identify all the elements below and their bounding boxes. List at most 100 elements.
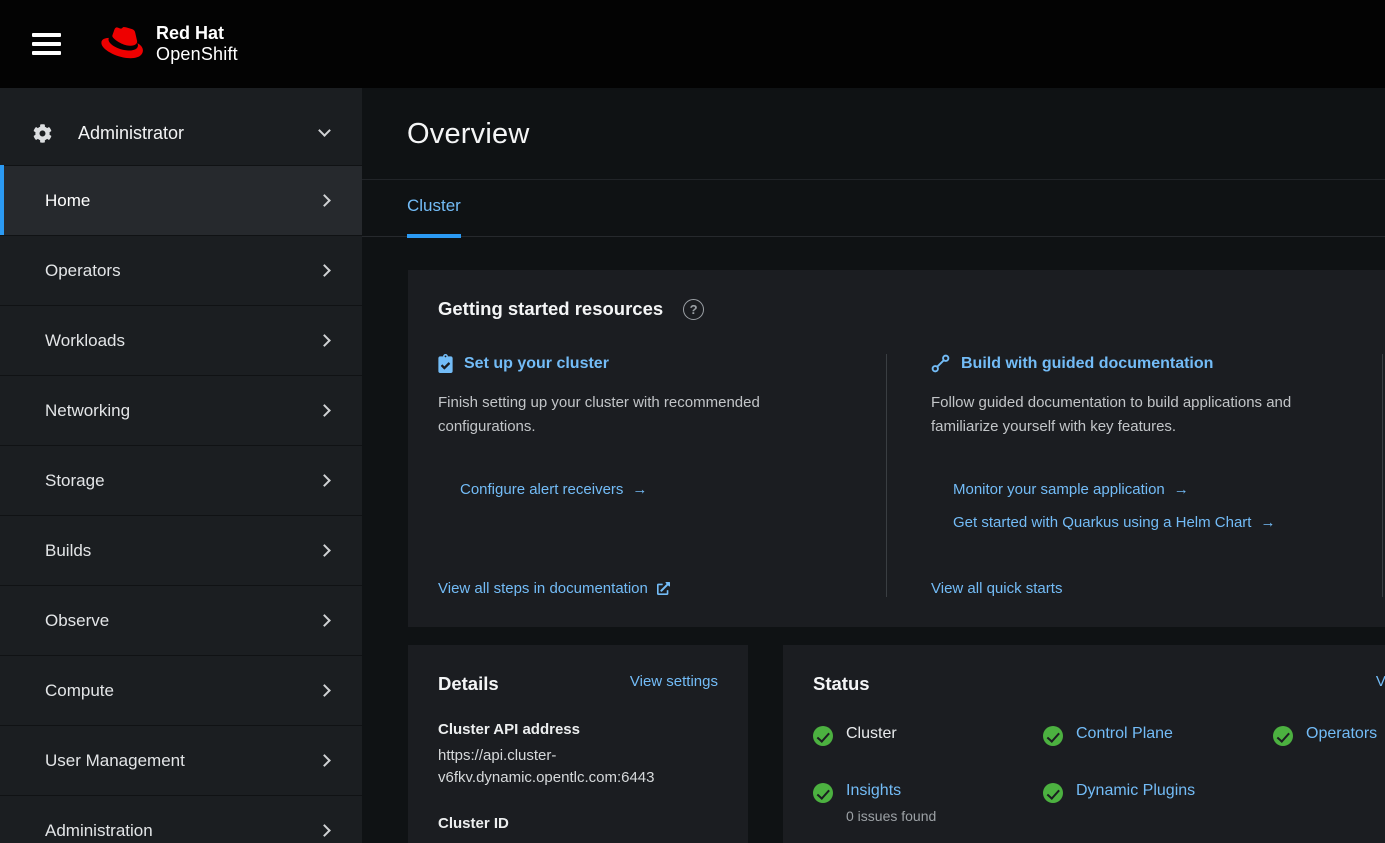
guided-doc-column: Build with guided documentation Follow g… [887,354,1383,597]
route-icon [931,354,950,373]
check-circle-icon [1043,783,1063,803]
sidebar-item-builds[interactable]: Builds [0,515,362,585]
view-alerts-link[interactable]: View alerts [1376,673,1385,690]
perspective-switcher[interactable]: Administrator [0,101,362,165]
sidebar-item-operators[interactable]: Operators [0,235,362,305]
sidebar-item-label: Storage [45,471,320,491]
configure-alert-receivers-link[interactable]: Configure alert receivers → [460,481,846,498]
sidebar-item-compute[interactable]: Compute [0,655,362,725]
sidebar-item-storage[interactable]: Storage [0,445,362,515]
quarkus-helm-chart-link[interactable]: Get started with Quarkus using a Helm Ch… [953,514,1342,531]
sidebar-item-networking[interactable]: Networking [0,375,362,445]
sidebar-item-administration[interactable]: Administration [0,795,362,843]
details-card-header: Details View settings [438,673,718,695]
cluster-id-label: Cluster ID [438,815,718,832]
sidebar-item-label: Compute [45,681,320,701]
status-item-operators: Operators [1273,725,1385,746]
nav-toggle-button[interactable] [24,25,69,63]
chevron-down-icon [318,124,331,137]
getting-started-columns: Set up your cluster Finish setting up yo… [438,354,1385,597]
details-card-title: Details [438,673,499,695]
arrow-right-icon: → [632,482,647,497]
perspective-label: Administrator [78,123,320,144]
check-circle-icon [1043,726,1063,746]
getting-started-title: Getting started resources [438,298,663,320]
sidebar-item-workloads[interactable]: Workloads [0,305,362,375]
arrow-right-icon: → [1260,515,1275,530]
sidebar-item-label: User Management [45,751,320,771]
setup-cluster-link[interactable]: Set up your cluster [464,355,609,373]
status-grid: Cluster Control Plane Operators Insights [813,725,1385,824]
overview-dashboard: Getting started resources ? Set up your … [362,237,1385,843]
guided-doc-footer: View all quick starts [931,580,1342,597]
status-item-dynamic-plugins: Dynamic Plugins [1043,782,1273,824]
sidebar-item-label: Operators [45,261,320,281]
chevron-right-icon [318,194,331,207]
page-header: Overview [362,88,1385,180]
chevron-right-icon [318,614,331,627]
chevron-right-icon [318,334,331,347]
clipboard-check-icon [438,354,453,373]
sidebar-item-label: Observe [45,611,320,631]
setup-cluster-links: Configure alert receivers → [460,481,846,498]
sidebar-item-observe[interactable]: Observe [0,585,362,655]
sidebar-item-label: Home [45,191,320,211]
tab-bar: Cluster [362,180,1385,237]
sidebar-nav: Administrator Home Operators Workloads N… [0,88,362,843]
sidebar-item-label: Builds [45,541,320,561]
nav-list: Home Operators Workloads Networking Stor… [0,165,362,843]
setup-cluster-heading-row: Set up your cluster [438,354,846,373]
arrow-right-icon: → [1174,482,1189,497]
setup-cluster-column: Set up your cluster Finish setting up yo… [438,354,887,597]
chevron-right-icon [318,754,331,767]
guided-doc-links: Monitor your sample application → Get st… [953,481,1342,531]
view-all-steps-link[interactable]: View all steps in documentation [438,580,846,597]
setup-cluster-footer: View all steps in documentation [438,580,846,597]
details-card: Details View settings Cluster API addres… [408,645,748,843]
check-circle-icon [813,726,833,746]
chevron-right-icon [318,544,331,557]
sidebar-item-label: Networking [45,401,320,421]
redhat-hat-icon [99,27,145,61]
sidebar-item-label: Workloads [45,331,320,351]
guided-doc-link[interactable]: Build with guided documentation [961,355,1213,373]
dashboard-cards-row: Details View settings Cluster API addres… [408,645,1385,843]
redhat-openshift-logo[interactable]: Red Hat OpenShift [99,23,238,65]
tab-cluster[interactable]: Cluster [407,196,461,236]
status-link-insights[interactable]: Insights [846,782,901,799]
guided-doc-description: Follow guided documentation to build app… [931,391,1333,439]
brand-line1: Red Hat [156,23,238,44]
chevron-right-icon [318,474,331,487]
main-content: Overview Cluster Getting started resourc… [362,88,1385,843]
help-icon[interactable]: ? [683,299,704,320]
sidebar-item-user-management[interactable]: User Management [0,725,362,795]
chevron-right-icon [318,264,331,277]
status-item-cluster: Cluster [813,725,1043,746]
external-link-icon [657,582,670,595]
masthead: Red Hat OpenShift [0,0,1385,88]
view-all-quick-starts-link[interactable]: View all quick starts [931,580,1342,597]
status-link-dynamic-plugins[interactable]: Dynamic Plugins [1076,782,1195,800]
getting-started-card: Getting started resources ? Set up your … [408,270,1385,627]
sidebar-item-label: Administration [45,821,320,841]
status-card-header: Status View alerts [813,673,1385,695]
status-item-control-plane: Control Plane [1043,725,1273,746]
tab-cluster-label: Cluster [407,196,461,215]
insights-issues-count: 0 issues found [846,808,936,824]
guided-doc-heading-row: Build with guided documentation [931,354,1342,373]
chevron-right-icon [318,404,331,417]
chevron-right-icon [318,684,331,697]
page-title: Overview [407,118,1340,151]
monitor-sample-app-link[interactable]: Monitor your sample application → [953,481,1342,498]
getting-started-header: Getting started resources ? [438,298,1385,320]
cluster-api-address-value: https://api.cluster-v6fkv.dynamic.opentl… [438,745,718,789]
status-label-cluster: Cluster [846,725,897,743]
check-circle-icon [1273,726,1293,746]
status-card-title: Status [813,673,870,695]
status-link-operators[interactable]: Operators [1306,725,1377,743]
sidebar-item-home[interactable]: Home [0,165,362,235]
brand-text: Red Hat OpenShift [156,23,238,65]
brand-line2: OpenShift [156,44,238,65]
status-link-control-plane[interactable]: Control Plane [1076,725,1173,743]
view-settings-link[interactable]: View settings [630,673,718,690]
